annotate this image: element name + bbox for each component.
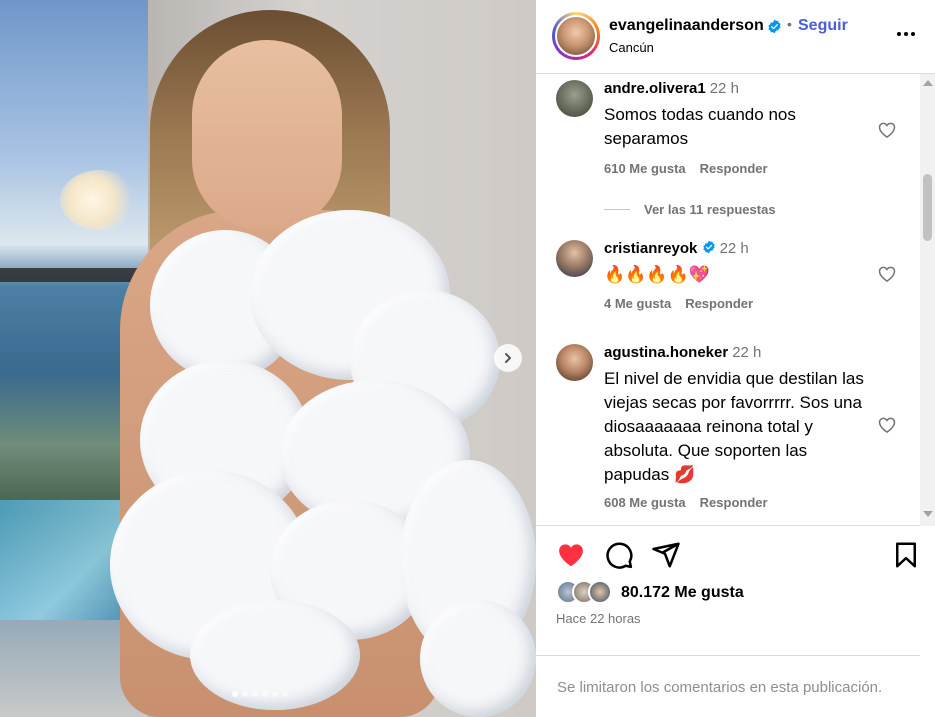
comment-heart-icon[interactable]	[877, 415, 897, 435]
carousel-dots	[232, 691, 288, 697]
comments-scrollbar[interactable]	[920, 74, 935, 526]
comment-time[interactable]: 22 h	[732, 344, 761, 361]
carousel-dot	[232, 691, 238, 697]
view-replies-button[interactable]: Ver las 11 respuestas	[604, 202, 776, 217]
comment-item: andre.olivera1 22 h Somos todas cuando no…	[556, 80, 916, 190]
comment-item: cristianreyok 22 h 🔥🔥🔥🔥💖 4 Me gusta Respo…	[556, 240, 916, 320]
scroll-up-icon[interactable]	[923, 80, 933, 86]
chevron-right-icon	[505, 353, 511, 363]
comment-time[interactable]: 22 h	[720, 240, 749, 257]
background-clouds	[60, 170, 140, 230]
likes-summary[interactable]: 80.172 Me gusta	[556, 580, 916, 606]
comment-likes[interactable]: 608 Me gusta	[604, 495, 686, 510]
more-options-icon[interactable]	[896, 24, 916, 44]
post-header: evangelinaanderson • Seguir Cancún	[536, 0, 935, 74]
view-replies-label: Ver las 11 respuestas	[644, 202, 776, 217]
likes-count[interactable]: 80.172 Me gusta	[621, 584, 744, 602]
reply-button[interactable]: Responder	[700, 161, 768, 176]
post-media[interactable]	[0, 0, 536, 717]
author-username[interactable]: evangelinaanderson	[609, 17, 764, 35]
post-actions	[536, 540, 935, 574]
carousel-dot	[272, 691, 278, 697]
bookmark-icon[interactable]	[891, 540, 921, 570]
share-icon[interactable]	[651, 540, 681, 570]
carousel-dot	[252, 691, 258, 697]
comment-likes[interactable]: 610 Me gusta	[604, 161, 686, 176]
commenter-avatar[interactable]	[556, 240, 593, 277]
reply-button[interactable]: Responder	[700, 495, 768, 510]
liker-avatar	[588, 580, 612, 604]
reply-button[interactable]: Responder	[685, 296, 753, 311]
carousel-dot	[282, 691, 288, 697]
follow-button[interactable]: Seguir	[798, 17, 848, 35]
scroll-down-icon[interactable]	[923, 511, 933, 517]
post-timestamp[interactable]: Hace 22 horas	[556, 611, 641, 626]
comments-limited-footer: Se limitaron los comentarios en esta pub…	[536, 655, 920, 717]
comments-limited-message: Se limitaron los comentarios en esta pub…	[557, 679, 883, 696]
verified-badge-icon	[768, 19, 781, 34]
foam-blob	[420, 600, 536, 717]
comment-text: Somos todas cuando nos separamos	[604, 105, 796, 148]
balcony-railing	[0, 268, 150, 282]
comment-text: 🔥🔥🔥🔥💖	[604, 265, 710, 284]
comment-icon[interactable]	[604, 540, 634, 570]
verified-badge-icon	[702, 240, 715, 254]
author-avatar[interactable]	[552, 12, 600, 60]
comment-heart-icon[interactable]	[877, 120, 897, 140]
comment-text: El nivel de envidia que destilan las vie…	[604, 369, 864, 484]
carousel-dot	[242, 691, 248, 697]
commenter-username[interactable]: agustina.honeker	[604, 344, 728, 361]
carousel-dot	[262, 691, 268, 697]
person-face	[192, 40, 342, 230]
scrollbar-thumb[interactable]	[923, 174, 932, 241]
commenter-username[interactable]: cristianreyok	[604, 240, 697, 257]
comments-list[interactable]: andre.olivera1 22 h Somos todas cuando no…	[536, 74, 935, 526]
carousel-next-button[interactable]	[494, 344, 522, 372]
comment-item: agustina.honeker 22 h El nivel de envidia…	[556, 344, 916, 514]
commenter-username[interactable]: andre.olivera1	[604, 80, 706, 97]
comment-likes[interactable]: 4 Me gusta	[604, 296, 671, 311]
commenter-avatar[interactable]	[556, 344, 593, 381]
comment-heart-icon[interactable]	[877, 264, 897, 284]
comment-time[interactable]: 22 h	[710, 80, 739, 97]
header-separator: •	[787, 16, 792, 32]
commenter-avatar[interactable]	[556, 80, 593, 117]
post-location[interactable]: Cancún	[609, 40, 654, 55]
heart-icon[interactable]	[556, 540, 586, 570]
replies-divider-line	[604, 209, 630, 210]
post-side-panel: evangelinaanderson • Seguir Cancún andre…	[536, 0, 935, 717]
